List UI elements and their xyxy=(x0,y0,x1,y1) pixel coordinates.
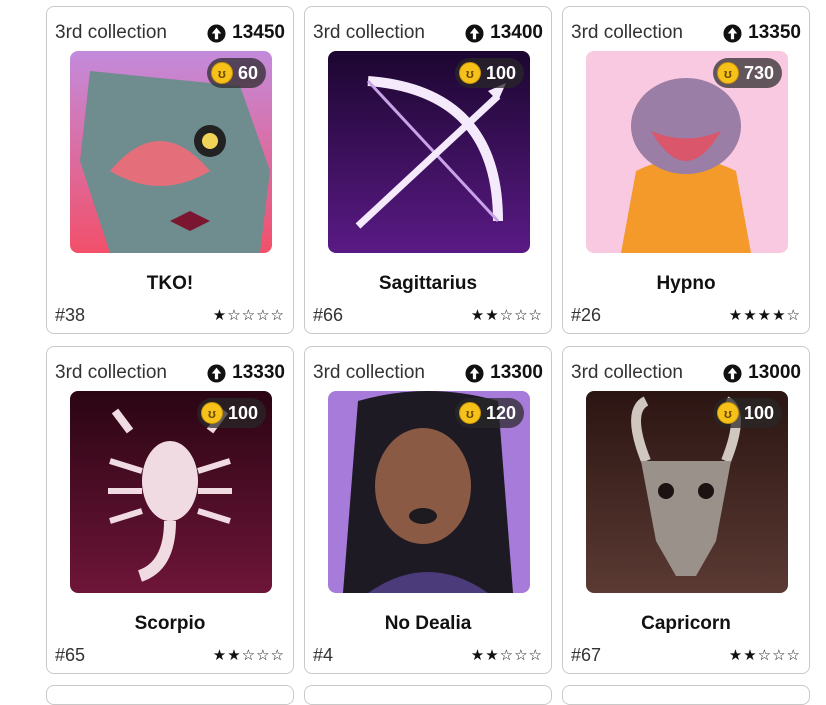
card-footer: #4 ★★☆☆☆ xyxy=(313,643,543,667)
sticker-number: #4 xyxy=(313,644,334,665)
rating-stars: ★★☆☆☆ xyxy=(470,307,543,324)
collection-label: 3rd collection xyxy=(55,22,167,43)
card-footer: #67 ★★☆☆☆ xyxy=(571,643,801,667)
score-value: 13000 xyxy=(748,362,801,383)
price-badge: ʊ 100 xyxy=(196,398,266,428)
score: 13350 xyxy=(723,22,801,44)
price-badge: ʊ 100 xyxy=(454,58,524,88)
coin-icon: ʊ xyxy=(716,62,739,84)
card-footer: #26 ★★★★☆ xyxy=(571,303,801,327)
price-value: 730 xyxy=(743,62,774,83)
collection-label: 3rd collection xyxy=(313,362,425,383)
sticker-image[interactable]: ʊ 730 xyxy=(586,51,788,253)
arrow-up-circle-icon xyxy=(207,23,226,43)
arrow-up-circle-icon xyxy=(465,23,484,43)
sticker-card-partial[interactable] xyxy=(46,685,294,705)
score: 13000 xyxy=(723,362,801,384)
rating-stars: ★★☆☆☆ xyxy=(470,647,543,664)
sticker-image[interactable]: ʊ 60 xyxy=(70,51,272,253)
sticker-image[interactable]: ʊ 100 xyxy=(328,51,530,253)
rating-stars: ★☆☆☆☆ xyxy=(212,307,285,324)
price-badge: ʊ 120 xyxy=(454,398,524,428)
score-value: 13400 xyxy=(490,22,543,43)
arrow-up-circle-icon xyxy=(723,23,742,43)
score-value: 13450 xyxy=(232,22,285,43)
sticker-name: Hypno xyxy=(656,273,716,294)
collection-label: 3rd collection xyxy=(313,22,425,43)
card-header: 3rd collection 13350 xyxy=(571,19,801,47)
rating-stars: ★★☆☆☆ xyxy=(728,647,801,664)
price-value: 60 xyxy=(237,62,258,83)
price-value: 120 xyxy=(485,402,516,423)
card-header: 3rd collection 13000 xyxy=(571,359,801,387)
price-value: 100 xyxy=(485,62,516,83)
coin-icon: ʊ xyxy=(200,402,223,424)
coin-icon: ʊ xyxy=(458,402,481,424)
price-value: 100 xyxy=(743,402,774,423)
collection-label: 3rd collection xyxy=(571,22,683,43)
score: 13300 xyxy=(465,362,543,384)
sticker-card[interactable]: 3rd collection 13330 ʊ 100 Scorpio #65 ★… xyxy=(46,346,294,674)
sticker-card-partial[interactable] xyxy=(562,685,810,705)
card-header: 3rd collection 13400 xyxy=(313,19,543,47)
coin-icon: ʊ xyxy=(458,62,481,84)
sticker-name: No Dealia xyxy=(384,613,472,634)
price-badge: ʊ 100 xyxy=(712,398,782,428)
collection-label: 3rd collection xyxy=(55,362,167,383)
price-badge: ʊ 730 xyxy=(712,58,782,88)
card-footer: #66 ★★☆☆☆ xyxy=(313,303,543,327)
sticker-card[interactable]: 3rd collection 13400 ʊ 100 Sagittarius #… xyxy=(304,6,552,334)
sticker-number: #38 xyxy=(55,304,86,325)
sticker-image[interactable]: ʊ 100 xyxy=(586,391,788,593)
score-value: 13330 xyxy=(232,362,285,383)
coin-icon: ʊ xyxy=(716,402,739,424)
card-header: 3rd collection 13450 xyxy=(55,19,285,47)
sticker-card[interactable]: 3rd collection 13350 ʊ 730 Hypno #26 ★★★… xyxy=(562,6,810,334)
sticker-name: Capricorn xyxy=(641,613,731,634)
sticker-number: #67 xyxy=(571,644,602,665)
collection-label: 3rd collection xyxy=(571,362,683,383)
arrow-up-circle-icon xyxy=(207,363,226,383)
sticker-number: #65 xyxy=(55,644,86,665)
sticker-card[interactable]: 3rd collection 13450 ʊ 60 TKO! #38 ★☆☆☆☆ xyxy=(46,6,294,334)
score: 13330 xyxy=(207,362,285,384)
score-value: 13300 xyxy=(490,362,543,383)
sticker-name: TKO! xyxy=(146,273,194,294)
score: 13400 xyxy=(465,22,543,44)
sticker-name: Sagittarius xyxy=(378,273,478,294)
sticker-card[interactable]: 3rd collection 13300 ʊ 120 No Dealia #4 … xyxy=(304,346,552,674)
coin-icon: ʊ xyxy=(210,62,233,84)
sticker-number: #66 xyxy=(313,304,344,325)
card-footer: #65 ★★☆☆☆ xyxy=(55,643,285,667)
sticker-card[interactable]: 3rd collection 13000 ʊ 100 Capricorn #67… xyxy=(562,346,810,674)
card-footer: #38 ★☆☆☆☆ xyxy=(55,303,285,327)
sticker-image[interactable]: ʊ 100 xyxy=(70,391,272,593)
rating-stars: ★★☆☆☆ xyxy=(212,647,285,664)
rating-stars: ★★★★☆ xyxy=(728,307,801,324)
price-badge: ʊ 60 xyxy=(206,58,266,88)
sticker-number: #26 xyxy=(571,304,602,325)
card-header: 3rd collection 13300 xyxy=(313,359,543,387)
arrow-up-circle-icon xyxy=(465,363,484,383)
card-header: 3rd collection 13330 xyxy=(55,359,285,387)
sticker-image[interactable]: ʊ 120 xyxy=(328,391,530,593)
score-value: 13350 xyxy=(748,22,801,43)
sticker-name: Scorpio xyxy=(134,613,206,634)
price-value: 100 xyxy=(227,402,258,423)
score: 13450 xyxy=(207,22,285,44)
arrow-up-circle-icon xyxy=(723,363,742,383)
sticker-card-partial[interactable] xyxy=(304,685,552,705)
